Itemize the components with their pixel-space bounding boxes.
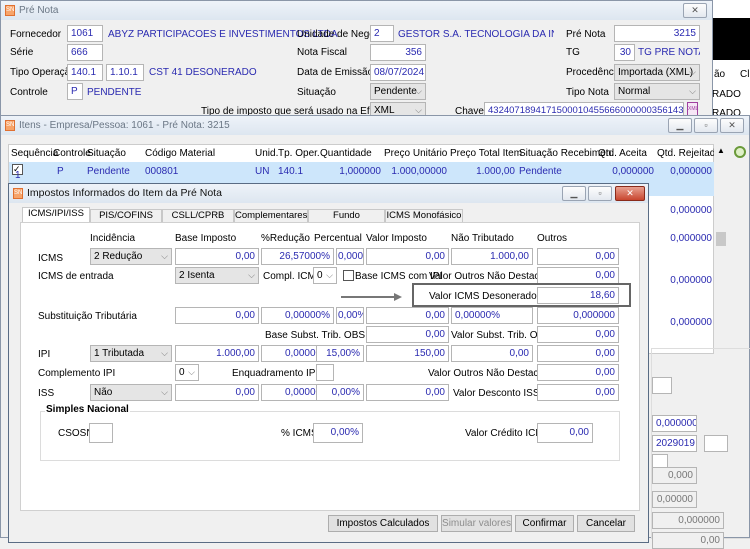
percent-icms-input[interactable]: 0,00%	[313, 423, 363, 443]
st-outros-input[interactable]: 0,000000	[537, 307, 619, 324]
st-base-input[interactable]: 0,00	[175, 307, 259, 324]
ipi-outros-nao-destacado-input[interactable]: 0,00	[537, 364, 619, 381]
tg-input[interactable]: 30	[614, 44, 635, 61]
maximize-button[interactable]: ▫	[694, 118, 718, 133]
arrow-icon	[341, 296, 396, 298]
pre-nota-input[interactable]: 3215	[614, 25, 700, 42]
title-bar: SN Itens - Empresa/Pessoa: 1061 - Pré Not…	[1, 116, 749, 135]
chevron-down-icon: ⌵	[689, 67, 696, 77]
situacao-select[interactable]: Pendente ⌵	[370, 83, 426, 100]
chevron-down-icon: ⌵	[161, 348, 168, 358]
tab-icms-ipi-iss[interactable]: ICMS/IPI/ISS	[22, 207, 90, 223]
tab-icms-monofasico[interactable]: ICMS Monofásico	[385, 209, 463, 223]
impostos-calculados-button[interactable]: Impostos Calculados	[328, 515, 438, 532]
iss-percentual-input[interactable]: 0,00%	[316, 384, 364, 401]
tab-complementares[interactable]: Complementares	[234, 209, 308, 223]
simular-valores-button[interactable]: Simular valores	[441, 515, 512, 532]
background-window: ão Cl RADO RADO	[712, 0, 750, 119]
tab-csll-cprb[interactable]: CSLL/CPRB	[162, 209, 234, 223]
compl-icms-select[interactable]: 0 ⌵	[313, 267, 337, 284]
iss-desconto-input[interactable]: 0,00	[537, 384, 619, 401]
vertical-scrollbar[interactable]: ▲	[714, 144, 728, 354]
ipi-valor-input[interactable]: 150,00	[366, 345, 449, 362]
icms-outros-input[interactable]: 0,00	[537, 248, 619, 265]
iss-base-input[interactable]: 0,00	[175, 384, 259, 401]
tab-pis-cofins[interactable]: PIS/COFINS	[90, 209, 162, 223]
chevron-down-icon: ⌵	[326, 270, 333, 280]
minimize-button[interactable]: ▁	[668, 118, 692, 133]
icms-desonerado-input[interactable]: 18,60	[537, 287, 619, 304]
st-percentual-input[interactable]: 0,00%	[336, 307, 364, 324]
chevron-down-icon: ⌵	[161, 251, 168, 261]
tipo-nota-select[interactable]: Normal ⌵	[614, 83, 700, 100]
ipi-base-input[interactable]: 1.000,00	[175, 345, 259, 362]
icms-incidencia-select[interactable]: 2 Redução ⌵	[90, 248, 172, 265]
title-bar: SN Impostos Informados do Item da Pré Not…	[9, 184, 648, 203]
st-valor-input[interactable]: 0,00	[366, 307, 449, 324]
confirmar-button[interactable]: Confirmar	[515, 515, 574, 532]
icms-percentual-input[interactable]: 0,0000%	[336, 248, 364, 265]
scroll-thumb[interactable]	[716, 232, 726, 246]
data-emissao-input[interactable]: 08/07/2024	[370, 64, 426, 81]
ipi-nao-tributado-input[interactable]: 0,00	[451, 345, 533, 362]
maximize-button[interactable]: ▫	[588, 186, 612, 201]
title-bar: SN Pré Nota ✕	[1, 1, 712, 20]
fornecedor-code-input[interactable]: 1061	[67, 25, 103, 42]
csosn-input[interactable]	[89, 423, 113, 443]
app-icon: SN	[5, 5, 15, 16]
serie-input[interactable]: 666	[67, 44, 103, 61]
icms-base-input[interactable]: 0,00	[175, 248, 259, 265]
enquadramento-ipi-input[interactable]	[316, 364, 334, 381]
compl-ipi-select[interactable]: 0 ⌵	[175, 364, 199, 381]
st-nao-tributado-input[interactable]: 0,00000%	[451, 307, 533, 324]
ipi-percentual-input[interactable]: 15,00%	[316, 345, 364, 362]
chevron-down-icon: ⌵	[161, 387, 168, 397]
close-button[interactable]: ✕	[615, 186, 645, 201]
st-reducao-input[interactable]: 0,00000%	[261, 307, 334, 324]
ipi-incidencia-select[interactable]: 1 Tributada ⌵	[90, 345, 172, 362]
chevron-down-icon: ⌵	[689, 86, 696, 96]
details-panel: 0,000000 2029019 0,000 0,00000 0,000000 …	[651, 348, 750, 549]
xml-file-icon[interactable]: XML	[687, 102, 698, 116]
pre-nota-window: SN Pré Nota ✕ Fornecedor 1061 ABYZ PARTIC…	[0, 0, 713, 119]
base-st-obs-input[interactable]: 0,00	[366, 326, 449, 343]
cancelar-button[interactable]: Cancelar	[577, 515, 635, 532]
ipi-outros-input[interactable]: 0,00	[537, 345, 619, 362]
valor-st-obs-input[interactable]: 0,00	[537, 326, 619, 343]
tipo-operacao-2-input[interactable]: 1.10.1	[106, 64, 144, 81]
close-button[interactable]: ✕	[720, 118, 744, 133]
base-icms-ipi-checkbox[interactable]	[343, 270, 354, 281]
minimize-button[interactable]: ▁	[562, 186, 586, 201]
search-icon[interactable]	[734, 146, 746, 158]
valor-credito-icms-input[interactable]: 0,00	[537, 423, 593, 443]
procedencia-select[interactable]: Importada (XML) ⌵	[614, 64, 700, 81]
tipo-operacao-input[interactable]: 140.1	[67, 64, 103, 81]
icms-reducao-input[interactable]: 26,57000%	[261, 248, 334, 265]
scroll-up-icon[interactable]: ▲	[717, 146, 725, 155]
icms-entrada-select[interactable]: 2 Isenta ⌵	[175, 267, 259, 284]
icms-valor-input[interactable]: 0,00	[366, 248, 449, 265]
app-icon: SN	[5, 120, 15, 131]
nota-fiscal-input[interactable]: 356	[370, 44, 426, 61]
iss-valor-input[interactable]: 0,00	[366, 384, 449, 401]
tab-fundo-pobreza[interactable]: Fundo Pobreza/Rural	[308, 209, 385, 233]
close-button[interactable]: ✕	[683, 3, 707, 18]
icms-outros-nao-destacado-input[interactable]: 0,00	[537, 267, 619, 284]
iss-incidencia-select[interactable]: Não ⌵	[90, 384, 172, 401]
app-icon: SN	[13, 188, 23, 199]
chevron-down-icon: ⌵	[415, 86, 422, 96]
icms-nao-tributado-input[interactable]: 1.000,00	[451, 248, 533, 265]
chevron-down-icon: ⌵	[248, 270, 255, 280]
controle-input[interactable]: P	[67, 83, 83, 100]
table-header: Sequência Controle Situação Código Mater…	[11, 148, 721, 159]
chevron-down-icon: ⌵	[188, 367, 195, 377]
unidade-input[interactable]: 2	[370, 25, 394, 42]
